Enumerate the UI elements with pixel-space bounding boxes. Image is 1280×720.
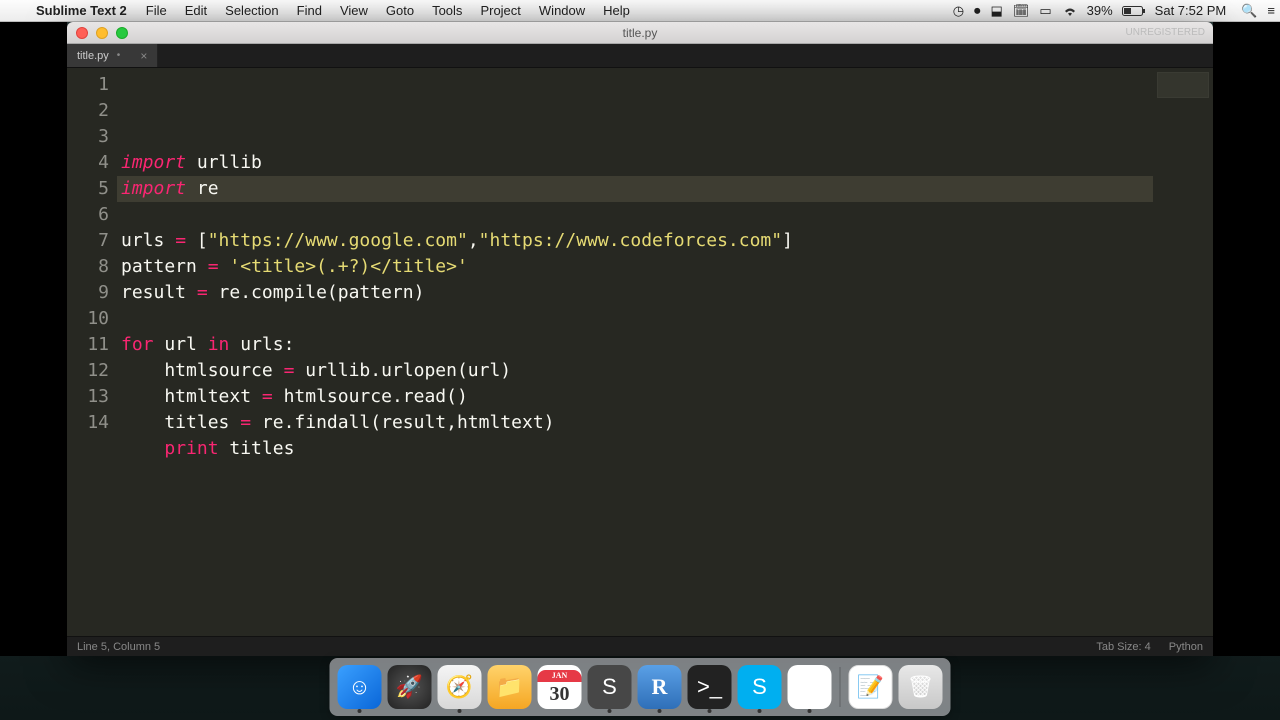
dock-skype-icon[interactable]: S (738, 665, 782, 709)
menubar-clock[interactable]: Sat 7:52 PM (1155, 3, 1227, 18)
dock-vlc-icon[interactable]: ▲ (788, 665, 832, 709)
code-line[interactable] (121, 462, 1153, 488)
dock-safari-icon[interactable]: 🧭 (438, 665, 482, 709)
clock-menu-icon[interactable]: ◷ (953, 3, 964, 19)
code-line[interactable] (121, 488, 1153, 514)
tab-title-py[interactable]: title.py • × (67, 44, 158, 67)
status-line-col[interactable]: Line 5, Column 5 (77, 641, 160, 653)
code-line[interactable]: for url in urls: (121, 332, 1153, 358)
code-line[interactable] (121, 306, 1153, 332)
date-icon[interactable]: 🗓 (1013, 3, 1030, 19)
code-editor[interactable]: import urllibimport re urls = ["https://… (117, 68, 1153, 636)
editor-area[interactable]: 1234567891011121314 import urllibimport … (67, 68, 1213, 636)
dock-terminal-icon[interactable]: >_ (688, 665, 732, 709)
tab-dirty-icon: • (117, 50, 121, 61)
menu-window[interactable]: Window (539, 3, 585, 18)
status-tab-size[interactable]: Tab Size: 4 (1096, 641, 1150, 653)
code-line[interactable]: print titles (121, 436, 1153, 462)
dock-finder-icon[interactable]: ☺ (338, 665, 382, 709)
notification-center-icon[interactable]: ≡ (1267, 3, 1275, 18)
spotlight-icon[interactable]: 🔍 (1241, 3, 1257, 19)
window-titlebar[interactable]: title.py UNREGISTERED (67, 22, 1213, 44)
menu-help[interactable]: Help (603, 3, 630, 18)
minimize-button[interactable] (96, 27, 108, 39)
code-line[interactable]: result = re.compile(pattern) (121, 280, 1153, 306)
editor-window: title.py UNREGISTERED title.py • × 12345… (67, 22, 1213, 656)
status-language[interactable]: Python (1169, 641, 1203, 653)
menu-project[interactable]: Project (480, 3, 520, 18)
code-line[interactable] (121, 202, 1153, 228)
close-button[interactable] (76, 27, 88, 39)
battery-percent[interactable]: 39% (1087, 3, 1113, 18)
menu-goto[interactable]: Goto (386, 3, 414, 18)
line-gutter: 1234567891011121314 (67, 68, 117, 636)
letterbox-right (1213, 22, 1280, 656)
menu-edit[interactable]: Edit (185, 3, 207, 18)
code-line[interactable]: urls = ["https://www.google.com","https:… (121, 228, 1153, 254)
code-line[interactable]: pattern = '<title>(.+?)</title>' (121, 254, 1153, 280)
code-line[interactable]: import re (121, 176, 1153, 202)
unregistered-label: UNREGISTERED (1126, 27, 1205, 38)
menu-tools[interactable]: Tools (432, 3, 462, 18)
battery-icon[interactable] (1122, 5, 1146, 17)
menu-find[interactable]: Find (297, 3, 322, 18)
maximize-button[interactable] (116, 27, 128, 39)
dock-launchpad-icon[interactable]: 🚀 (388, 665, 432, 709)
screen-record-icon[interactable]: ⏺ (974, 3, 981, 19)
letterbox-left (0, 22, 67, 656)
code-line[interactable]: htmlsource = urllib.urlopen(url) (121, 358, 1153, 384)
dropbox-icon[interactable]: ⬓ (991, 3, 1003, 19)
menu-file[interactable]: File (146, 3, 167, 18)
display-icon[interactable]: ▭ (1039, 3, 1051, 19)
status-bar: Line 5, Column 5 Tab Size: 4 Python (67, 636, 1213, 656)
tab-close-icon[interactable]: × (140, 49, 147, 63)
dock-folder-icon[interactable]: 📁 (488, 665, 532, 709)
window-title: title.py (67, 26, 1213, 40)
dock-textedit-icon[interactable]: 📝 (849, 665, 893, 709)
minimap[interactable] (1153, 68, 1213, 636)
menubar: Sublime Text 2 File Edit Selection Find View… (0, 0, 1280, 22)
app-name[interactable]: Sublime Text 2 (36, 3, 127, 18)
dock-rstudio-icon[interactable]: R (638, 665, 682, 709)
code-line[interactable]: import urllib (121, 150, 1153, 176)
dock-calendar-icon[interactable]: JAN30 (538, 665, 582, 709)
dock-trash-icon[interactable]: 🗑 (899, 665, 943, 709)
dock-separator (840, 667, 841, 707)
menu-view[interactable]: View (340, 3, 368, 18)
traffic-lights (76, 27, 128, 39)
tab-label: title.py (77, 50, 109, 62)
dock-sublime-icon[interactable]: S (588, 665, 632, 709)
tab-bar: title.py • × (67, 44, 1213, 68)
dock: ☺🚀🧭📁JAN30SR>_S▲ 📝🗑 (330, 658, 951, 716)
minimap-viewport[interactable] (1157, 72, 1209, 98)
wifi-icon[interactable] (1062, 5, 1078, 17)
code-line[interactable]: htmltext = htmlsource.read() (121, 384, 1153, 410)
code-line[interactable]: titles = re.findall(result,htmltext) (121, 410, 1153, 436)
menu-selection[interactable]: Selection (225, 3, 278, 18)
